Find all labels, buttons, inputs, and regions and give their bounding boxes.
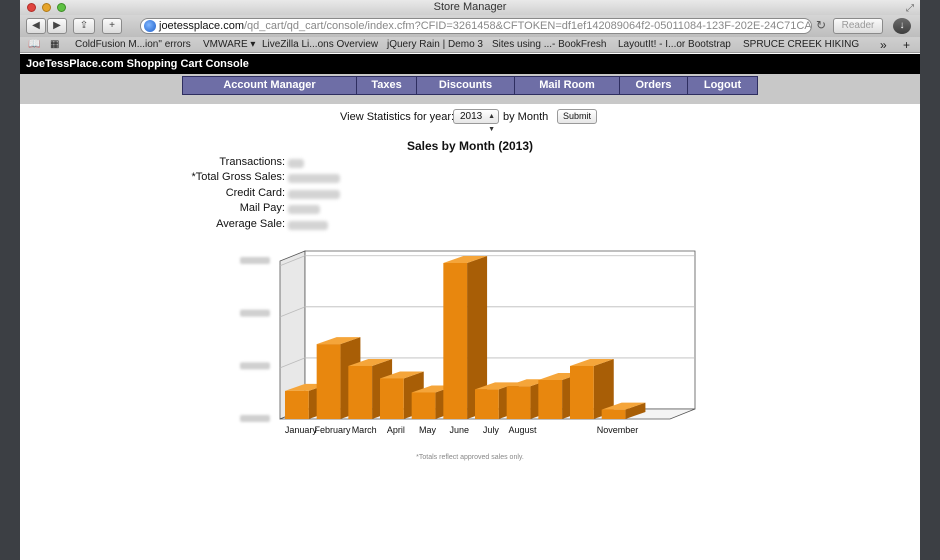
bar (506, 386, 531, 419)
stat-label-credit-card: Credit Card: (225, 187, 285, 199)
bookmark-item[interactable]: SPRUCE CREEK HIKING (743, 37, 859, 52)
chart-xtick-label: April (387, 425, 405, 435)
bar (601, 409, 626, 419)
stat-value-blurred (288, 159, 304, 168)
chart-ytick-blurred (240, 257, 270, 264)
nav-discounts[interactable]: Discounts (416, 76, 515, 95)
bar (285, 390, 309, 419)
browser-window: Store Manager ⤢ ◀ ▶ ⇪ + joetessplace.com… (20, 0, 920, 560)
bar (380, 378, 404, 419)
back-button[interactable]: ◀ (26, 18, 46, 34)
main-nav: Account Manager Taxes Discounts Mail Roo… (20, 74, 920, 104)
year-select[interactable]: 2013 ▲ ▼ (453, 109, 499, 133)
nav-account-manager[interactable]: Account Manager (182, 76, 357, 95)
bar (411, 392, 436, 419)
share-button[interactable]: ⇪ (73, 18, 95, 34)
url-host: joetessplace.com (159, 20, 244, 32)
year-value: 2013 (460, 111, 483, 122)
stat-label-transactions: Transactions: (219, 156, 285, 168)
stat-value-blurred (288, 221, 328, 230)
submit-button[interactable]: Submit (557, 109, 597, 124)
forward-button[interactable]: ▶ (47, 18, 67, 34)
chart-ytick-blurred (240, 362, 270, 370)
reading-list-icon[interactable]: 📖 (28, 37, 40, 52)
bar (443, 263, 468, 419)
url-path: /qd_cart/qd_cart/console/index.cfm?CFID=… (244, 20, 812, 32)
bookmark-item[interactable]: Sites using ...- BookFresh (492, 37, 607, 52)
chart-xtick-label: July (483, 425, 500, 435)
browser-toolbar: ◀ ▶ ⇪ + joetessplace.com/qd_cart/qd_cart… (20, 15, 920, 37)
nav-logout[interactable]: Logout (687, 76, 758, 95)
bookmark-item[interactable]: ColdFusion M...ion" errors (75, 37, 191, 52)
title-bar: Store Manager ⤢ (20, 0, 920, 15)
stat-label-mail-pay: Mail Pay: (239, 202, 285, 214)
bar (538, 380, 563, 419)
add-bookmark-button[interactable]: + (102, 18, 122, 34)
window-title: Store Manager (433, 1, 507, 13)
address-bar[interactable]: joetessplace.com/qd_cart/qd_cart/console… (140, 18, 812, 34)
zoom-window-button[interactable] (57, 3, 66, 12)
chart-xtick-label: June (449, 425, 469, 435)
nav-mail-room[interactable]: Mail Room (514, 76, 620, 95)
minimize-window-button[interactable] (42, 3, 51, 12)
bar (570, 365, 594, 419)
close-window-button[interactable] (27, 3, 36, 12)
bookmarks-overflow-icon[interactable]: » (880, 37, 887, 52)
bar (475, 389, 499, 419)
chart-xtick-label: February (315, 425, 352, 435)
top-sites-icon[interactable]: ▦ (50, 37, 59, 52)
footnote: *Totals reflect approved sales only. (416, 454, 524, 461)
share-icon: ⇪ (79, 20, 89, 31)
sales-bar-chart: JanuaryFebruary March April May June July Augu… (240, 250, 696, 435)
stat-label-average-sale: Average Sale: (216, 218, 285, 230)
stat-label-gross-sales: *Total Gross Sales: (191, 171, 285, 183)
bookmark-item[interactable]: LayoutIt! - I...or Bootstrap (618, 37, 731, 52)
nav-orders[interactable]: Orders (619, 76, 688, 95)
add-icon: + (109, 20, 115, 31)
fullscreen-icon[interactable]: ⤢ (906, 1, 914, 16)
select-arrows-icon: ▲ ▼ (488, 113, 495, 133)
stat-value-blurred (288, 190, 340, 199)
bar (348, 365, 373, 419)
chart-xtick-label: November (597, 425, 639, 435)
new-tab-icon[interactable]: + (903, 37, 910, 52)
reload-icon[interactable]: ↻ (816, 18, 826, 32)
bookmark-item[interactable]: LiveZilla Li...ons Overview (262, 37, 378, 52)
bar (316, 344, 341, 419)
chart-title: Sales by Month (2013) (406, 139, 534, 153)
back-icon: ◀ (32, 20, 40, 31)
stat-value-blurred (288, 205, 320, 214)
stat-value-blurred (288, 174, 340, 183)
chart-xtick-label: May (419, 425, 437, 435)
nav-taxes[interactable]: Taxes (356, 76, 417, 95)
stats-form: View Statistics for year: 2013 ▲ ▼ by Mon… (20, 109, 920, 133)
download-icon[interactable]: ↓ (893, 18, 911, 34)
reader-button[interactable]: Reader (833, 18, 883, 34)
chart-ytick-blurred (240, 309, 270, 317)
chart-xtick-label: August (509, 425, 538, 435)
chart-ytick-blurred (240, 415, 270, 422)
stats-year-label: View Statistics for year: (340, 111, 455, 123)
forward-icon: ▶ (53, 20, 61, 31)
chart-xtick-label: March (352, 425, 377, 435)
chart-xtick-label: January (285, 425, 318, 435)
globe-icon (144, 20, 156, 32)
bookmark-item[interactable]: jQuery Rain | Demo 3 (387, 37, 483, 52)
by-month-label: by Month (503, 111, 549, 123)
site-header: JoeTessPlace.com Shopping Cart Console (20, 54, 920, 74)
bookmarks-bar: 📖 ▦ ColdFusion M...ion" errors VMWARE ▾ … (20, 37, 920, 53)
bookmark-item[interactable]: VMWARE ▾ (203, 37, 255, 52)
